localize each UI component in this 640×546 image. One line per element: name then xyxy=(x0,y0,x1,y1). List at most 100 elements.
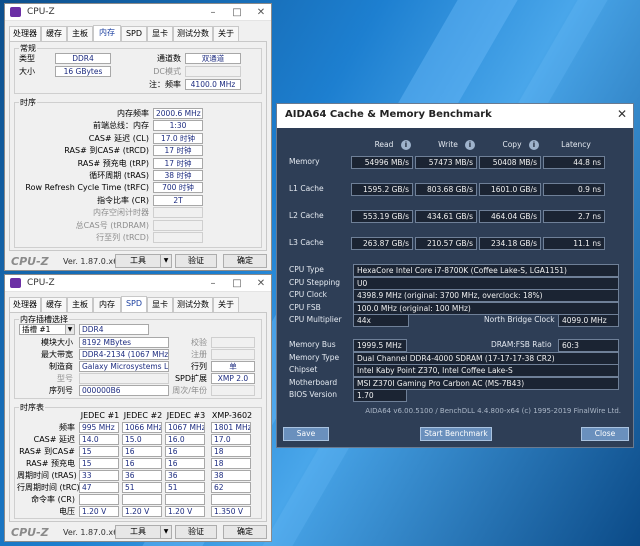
channel-value: 双通道 xyxy=(185,53,241,64)
tab-spd[interactable]: SPD xyxy=(121,296,147,312)
tab-bench[interactable]: 测试分数 xyxy=(173,297,213,312)
tab-bench[interactable]: 测试分数 xyxy=(173,26,213,41)
bench-value: 2.7 ns xyxy=(543,210,605,223)
table-cell: 16 xyxy=(122,446,162,457)
window-title: CPU-Z xyxy=(27,7,55,17)
slot-info-label: 校验 xyxy=(191,338,207,347)
tab-about[interactable]: 关于 xyxy=(213,26,239,41)
cpu-info-label: CPU Multiplier xyxy=(289,315,342,325)
group-title: 时序 xyxy=(19,97,37,108)
bench-value: 263.87 GB/s xyxy=(351,237,413,250)
slot-info-value: 8192 MBytes xyxy=(79,337,169,348)
table-row-label: 行周期时间 (tRC) xyxy=(17,483,80,492)
title-bar[interactable]: AIDA64 Cache & Memory Benchmark ✕ xyxy=(277,104,633,128)
title-bar[interactable]: CPU-Z – □ ✕ xyxy=(5,4,271,21)
maximize-icon[interactable]: □ xyxy=(225,275,249,292)
tools-dropdown-icon[interactable]: ▼ xyxy=(160,254,172,268)
maximize-icon[interactable]: □ xyxy=(225,4,249,21)
save-button[interactable]: Save xyxy=(283,427,329,441)
tab-about[interactable]: 关于 xyxy=(213,297,239,312)
slot-info-value xyxy=(211,337,255,348)
bench-row-label: L3 Cache xyxy=(289,238,324,247)
dram-fsb-label: DRAM:FSB Ratio xyxy=(491,340,552,349)
cpuz-logo: CPU-Z xyxy=(11,526,49,539)
memory-panel: 常规 类型 DDR4 大小 16 GBytes 通道数 双通道 DC模式 注：频… xyxy=(9,41,267,251)
table-cell: 18 xyxy=(211,446,251,457)
tab-graphics[interactable]: 显卡 xyxy=(147,297,173,312)
timing-label: RAS# 预充电 (tRP) xyxy=(77,158,149,168)
timing-label: 内存频率 xyxy=(117,109,149,118)
table-row-label: RAS# 预充电 xyxy=(25,459,75,468)
table-cell xyxy=(122,494,162,505)
tools-dropdown-icon[interactable]: ▼ xyxy=(160,525,172,539)
memory-info-value: MSI Z370I Gaming Pro Carbon AC (MS-7B43) xyxy=(353,376,619,390)
size-value: 16 GBytes xyxy=(55,66,111,77)
tab-caches[interactable]: 缓存 xyxy=(41,297,67,312)
info-icon[interactable]: i xyxy=(465,140,475,150)
slot-info-value: Galaxy Microsystems Ltd. xyxy=(79,361,169,372)
table-cell xyxy=(79,494,119,505)
close-icon[interactable]: ✕ xyxy=(617,107,627,121)
close-icon[interactable]: ✕ xyxy=(249,275,271,292)
ok-button[interactable]: 确定 xyxy=(223,525,267,539)
bench-value: 210.57 GB/s xyxy=(415,237,477,250)
tools-button[interactable]: 工具 xyxy=(115,525,161,539)
validate-button[interactable]: 验证 xyxy=(175,254,217,268)
ok-button[interactable]: 确定 xyxy=(223,254,267,268)
tab-memory[interactable]: 内存 xyxy=(93,297,121,312)
info-icon[interactable]: i xyxy=(401,140,411,150)
table-row-label: 电压 xyxy=(59,507,75,516)
nb-freq-label: 注：频率 xyxy=(149,80,181,89)
cpu-info-label: CPU FSB xyxy=(289,302,321,312)
cpuz-logo: CPU-Z xyxy=(11,255,49,268)
tab-spd[interactable]: SPD xyxy=(121,26,147,41)
bench-value: 11.1 ns xyxy=(543,237,605,250)
table-cell: 38 xyxy=(211,470,251,481)
window-title: CPU-Z xyxy=(27,278,55,288)
timing-value xyxy=(153,232,203,243)
type-value: DDR4 xyxy=(55,53,111,64)
table-cell: 51 xyxy=(122,482,162,493)
cpu-info-value: U0 xyxy=(353,276,619,290)
spd-panel: 内存插槽选择 插槽 #1 ▼ DDR4 模块大小 8192 MBytes 最大带宽 D… xyxy=(9,312,267,522)
minimize-icon[interactable]: – xyxy=(201,4,225,21)
cpu-info-label: CPU Type xyxy=(289,265,324,274)
tab-caches[interactable]: 缓存 xyxy=(41,26,67,41)
north-bridge-value: 4099.0 MHz xyxy=(558,314,619,327)
slot-info-label: 制造商 xyxy=(49,362,73,371)
memory-info-label: Memory Bus xyxy=(289,340,336,349)
table-row-label: 周期时间 (tRAS) xyxy=(17,471,77,480)
tools-button[interactable]: 工具 xyxy=(115,254,161,268)
minimize-icon[interactable]: – xyxy=(201,275,225,292)
slot-info-label: 注册 xyxy=(191,350,207,359)
info-icon[interactable]: i xyxy=(529,140,539,150)
timings-group: 时序 内存频率 2000.6 MHz 前端总线：内存 1:30 CAS# 延迟 (CL)… xyxy=(14,97,262,248)
table-cell: 18 xyxy=(211,458,251,469)
tab-mainboard[interactable]: 主板 xyxy=(67,26,93,41)
start-benchmark-button[interactable]: Start Benchmark xyxy=(420,427,492,441)
table-cell: 1.350 V xyxy=(211,506,251,517)
aida64-benchmark-window: AIDA64 Cache & Memory Benchmark ✕ Read i W… xyxy=(276,103,634,448)
title-bar[interactable]: CPU-Z – □ ✕ xyxy=(5,275,271,292)
table-cell xyxy=(211,494,251,505)
table-cell: 51 xyxy=(165,482,205,493)
tab-memory[interactable]: 内存 xyxy=(93,25,121,41)
timing-value: 38 时钟 xyxy=(153,170,203,181)
cpuz-app-icon xyxy=(10,278,21,288)
tab-mainboard[interactable]: 主板 xyxy=(67,297,93,312)
table-header: JEDEC #2 xyxy=(123,411,163,420)
table-cell: 16.0 xyxy=(165,434,205,445)
timing-value: 1:30 xyxy=(153,120,203,132)
tab-cpu[interactable]: 处理器 xyxy=(9,26,41,41)
table-cell: 1067 MHz xyxy=(165,422,205,433)
close-icon[interactable]: ✕ xyxy=(249,4,271,21)
cpu-info-label: CPU Stepping xyxy=(289,277,341,287)
slot-dropdown-icon[interactable]: ▼ xyxy=(65,324,75,335)
tab-cpu[interactable]: 处理器 xyxy=(9,297,41,312)
tab-graphics[interactable]: 显卡 xyxy=(147,26,173,41)
table-cell: 995 MHz xyxy=(79,422,119,433)
close-button[interactable]: Close xyxy=(581,427,629,441)
dc-mode-value xyxy=(185,66,241,77)
validate-button[interactable]: 验证 xyxy=(175,525,217,539)
table-cell: 1.20 V xyxy=(79,506,119,517)
